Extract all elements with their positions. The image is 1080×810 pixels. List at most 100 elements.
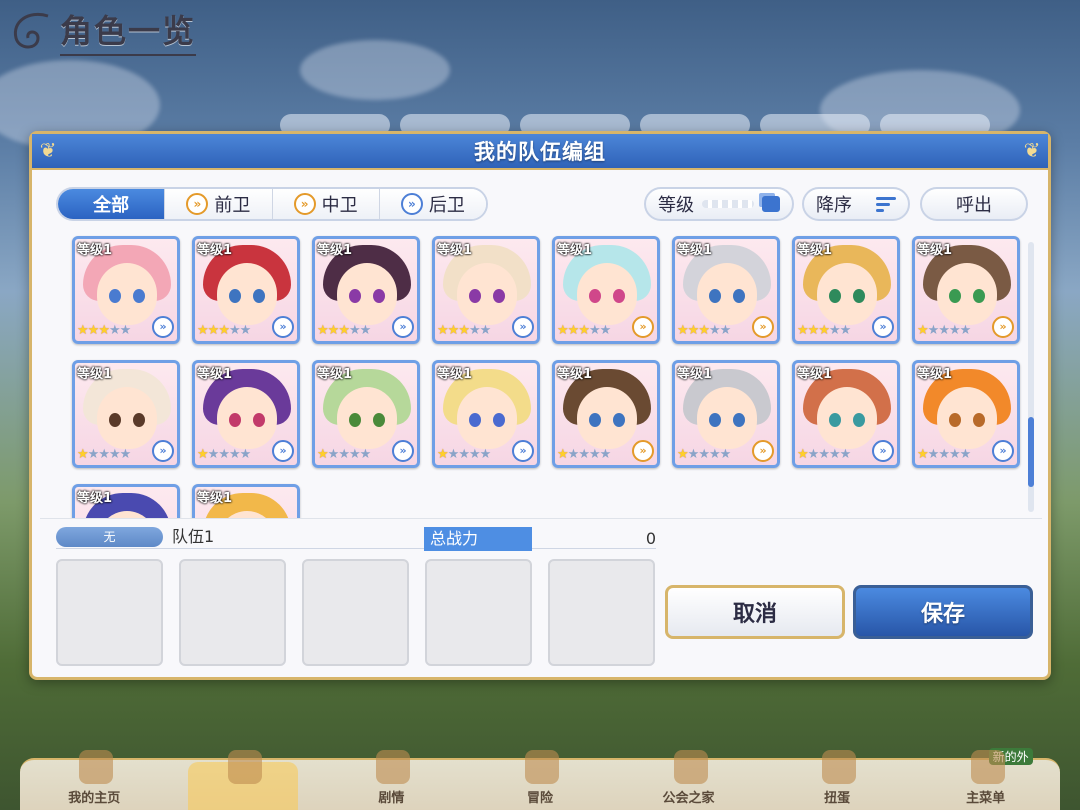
character-eye <box>253 413 265 427</box>
nav-adventure[interactable]: 冒险 <box>485 750 595 810</box>
grid-scrollbar[interactable] <box>1028 242 1034 512</box>
character-eye <box>253 289 265 303</box>
star-icon: ★ <box>677 447 689 462</box>
star-icon: ★ <box>828 447 841 462</box>
character-card[interactable]: 等级1★★★★★» <box>792 236 900 344</box>
star-icon: ★ <box>959 447 972 462</box>
star-icon: ★ <box>927 447 940 462</box>
chevron-right-icon: » <box>512 316 534 338</box>
character-eye <box>949 413 961 427</box>
character-card[interactable]: 等级1★★★★★» <box>432 360 540 468</box>
star-rating: ★★★★★ <box>677 447 732 462</box>
save-button[interactable]: 保存 <box>853 585 1033 639</box>
sort-order-button[interactable]: 降序 <box>802 187 910 221</box>
star-icon: ★ <box>588 323 601 338</box>
star-icon: ★ <box>938 447 950 462</box>
character-card[interactable]: 等级1★★★★★» <box>312 360 420 468</box>
team-slot[interactable] <box>179 559 286 666</box>
sort-key-button[interactable]: 等级 <box>644 187 794 221</box>
team-name[interactable]: 队伍1 <box>172 527 214 547</box>
star-icon: ★ <box>479 447 492 462</box>
guild-house-icon <box>673 750 708 784</box>
star-rating: ★★★★★ <box>917 447 972 462</box>
star-icon: ★ <box>839 323 852 338</box>
star-icon: ★ <box>479 323 492 338</box>
star-icon: ★ <box>698 447 710 462</box>
star-icon: ★ <box>327 447 340 462</box>
star-rating: ★★★★★ <box>317 323 372 338</box>
character-face <box>457 263 517 325</box>
star-rating: ★★★★★ <box>197 447 251 462</box>
character-card[interactable]: 等级1★★★★★» <box>912 236 1020 344</box>
nav-menu[interactable]: 新的外 主菜单 <box>931 748 1041 810</box>
character-card[interactable]: 等级1★★★★★» <box>192 360 300 468</box>
character-card[interactable]: 等级1★★★★★» <box>792 360 900 468</box>
character-card[interactable]: 等级1★★★★★» <box>192 484 300 518</box>
chevron-right-icon: » <box>392 316 414 338</box>
team-slot[interactable] <box>425 559 532 666</box>
character-card[interactable]: 等级1★★★★★» <box>672 360 780 468</box>
team-slot[interactable] <box>548 559 655 666</box>
chevron-right-icon: » <box>752 440 774 462</box>
star-icon: ★ <box>108 323 121 338</box>
star-icon: ★ <box>948 447 961 462</box>
character-card[interactable]: 等级1★★★★★» <box>552 236 660 344</box>
call-button[interactable]: 呼出 <box>920 187 1028 221</box>
character-card[interactable]: 等级1★★★★★» <box>912 360 1020 468</box>
character-eye <box>733 289 745 303</box>
star-icon: ★ <box>197 447 209 462</box>
star-icon: ★ <box>207 447 220 462</box>
divider <box>56 548 656 549</box>
character-eye <box>853 413 865 427</box>
chevron-right-icon: » <box>752 316 774 338</box>
nav-guild-house[interactable]: 公会之家 <box>634 750 744 810</box>
character-eye <box>109 289 121 303</box>
character-card[interactable]: 等级1★★★★★» <box>72 360 180 468</box>
bottom-nav: 我的主页 剧情 冒险 公会之家 扭蛋 新的外 主菜单 <box>20 748 1060 810</box>
character-eye <box>589 289 601 303</box>
star-icon: ★ <box>719 447 732 462</box>
character-face <box>97 387 157 449</box>
character-face <box>457 387 517 449</box>
scrollbar-thumb[interactable] <box>1028 417 1034 487</box>
star-icon: ★ <box>77 323 89 338</box>
nav-story[interactable]: 剧情 <box>336 750 446 810</box>
character-eye <box>229 289 241 303</box>
nav-characters[interactable] <box>187 750 298 810</box>
sort-descending-icon <box>876 196 896 212</box>
corner-ornament-icon: ❦ <box>39 138 57 162</box>
tab-front[interactable]: » 前卫 <box>165 189 273 219</box>
nav-gacha[interactable]: 扭蛋 <box>782 750 892 810</box>
nav-home[interactable]: 我的主页 <box>39 750 149 810</box>
tab-all[interactable]: 全部 <box>58 189 166 219</box>
nav-label: 冒险 <box>526 791 553 806</box>
team-slot[interactable] <box>302 559 409 666</box>
star-icon: ★ <box>77 447 89 462</box>
character-card[interactable]: 等级1★★★★★» <box>312 236 420 344</box>
team-slot[interactable] <box>56 559 163 666</box>
star-icon: ★ <box>207 323 220 338</box>
star-icon: ★ <box>239 323 252 338</box>
tab-back[interactable]: » 后卫 <box>379 189 486 219</box>
character-eye <box>133 413 145 427</box>
star-icon: ★ <box>359 323 372 338</box>
character-card[interactable]: 等级1★★★★★» <box>552 360 660 468</box>
character-card[interactable]: 等级1★★★★★» <box>72 236 180 344</box>
character-level: 等级1 <box>677 367 713 382</box>
character-card[interactable]: 等级1★★★★★» <box>672 236 780 344</box>
character-card[interactable]: 等级1★★★★★» <box>192 236 300 344</box>
character-icon <box>227 750 262 784</box>
star-icon: ★ <box>599 323 612 338</box>
character-face <box>697 387 757 449</box>
chevron-right-icon: » <box>632 316 654 338</box>
character-card[interactable]: 等级1★★★★★» <box>432 236 540 344</box>
sword-icon <box>524 750 559 784</box>
star-icon: ★ <box>338 447 350 462</box>
character-level: 等级1 <box>677 243 713 258</box>
tab-middle[interactable]: » 中卫 <box>272 189 380 219</box>
star-icon: ★ <box>468 447 481 462</box>
star-icon: ★ <box>119 323 132 338</box>
character-card[interactable]: 等级1★★★★★» <box>72 484 180 518</box>
cancel-button[interactable]: 取消 <box>665 585 845 639</box>
character-eye <box>733 413 745 427</box>
